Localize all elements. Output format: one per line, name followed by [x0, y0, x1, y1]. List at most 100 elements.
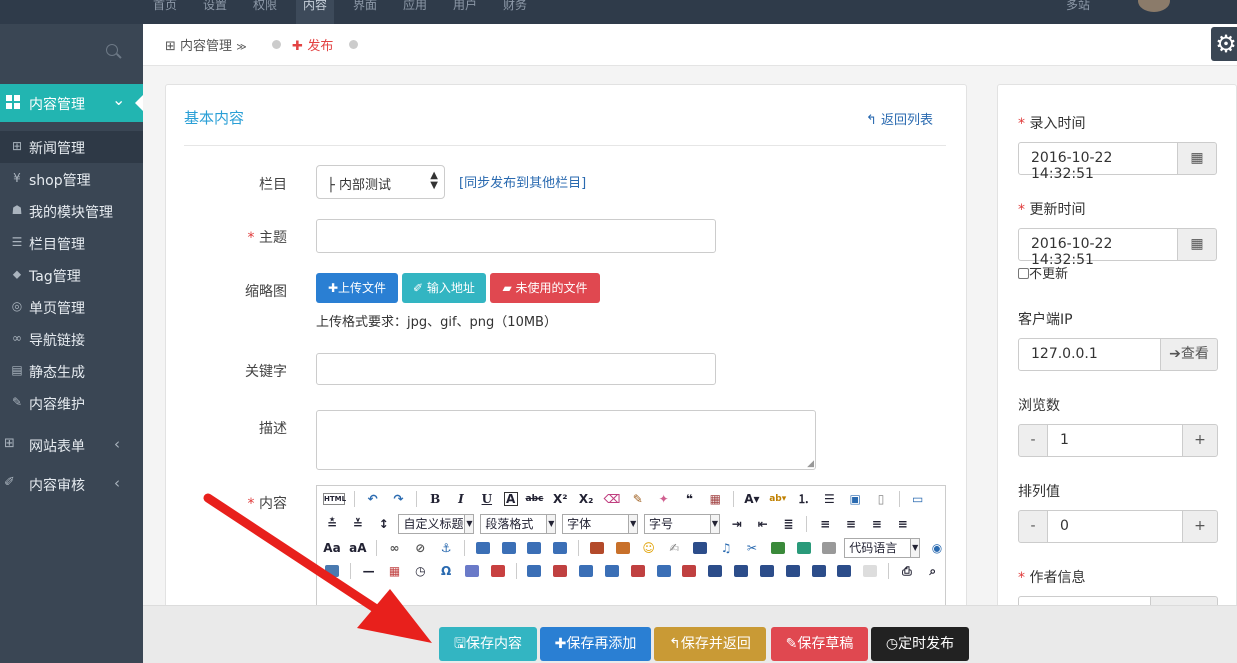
- special-icon[interactable]: [325, 565, 339, 577]
- multi-image-icon[interactable]: [615, 542, 630, 554]
- search-icon[interactable]: [106, 44, 118, 56]
- delete-table-icon[interactable]: [553, 565, 568, 577]
- uppercase-icon[interactable]: Aa: [323, 539, 341, 557]
- save-button[interactable]: 🖫保存内容: [439, 627, 537, 661]
- blockquote-icon[interactable]: ❝: [680, 490, 698, 508]
- client-ip-input[interactable]: 127.0.0.1: [1018, 338, 1161, 371]
- image-center-icon[interactable]: [553, 542, 568, 554]
- sidebar-item-nav-links[interactable]: ∞ 导航链接: [0, 323, 143, 355]
- top-nav-apps[interactable]: 应用: [396, 0, 434, 24]
- sidebar-item-pages[interactable]: ◎ 单页管理: [0, 291, 143, 323]
- save-and-return-button[interactable]: ↰保存并返回: [654, 627, 766, 661]
- update-time-input[interactable]: 2016-10-22 14:32:51: [1018, 228, 1178, 268]
- sidebar-search[interactable]: [0, 34, 143, 74]
- views-input[interactable]: 1: [1047, 424, 1183, 457]
- calendar-icon[interactable]: ▦: [1177, 228, 1217, 261]
- font-border-icon[interactable]: A: [503, 492, 518, 506]
- delete-row-icon[interactable]: [630, 565, 645, 577]
- description-textarea[interactable]: ◢: [316, 410, 816, 470]
- sidebar-item-modules[interactable]: ☗ 我的模块管理: [0, 195, 143, 227]
- top-nav-interface[interactable]: 界面: [346, 0, 384, 24]
- web-icon[interactable]: [822, 542, 837, 554]
- superscript-icon[interactable]: X²: [551, 490, 569, 508]
- ltr-icon[interactable]: ⇥: [728, 515, 746, 533]
- back-to-list-link[interactable]: ↰ 返回列表: [866, 109, 933, 128]
- subject-input[interactable]: [316, 219, 716, 253]
- split-cols-icon[interactable]: [837, 565, 852, 577]
- sidebar-item-shop[interactable]: ¥ shop管理: [0, 163, 143, 195]
- split-rows-icon[interactable]: [811, 565, 826, 577]
- resize-handle-icon[interactable]: ◢: [807, 459, 814, 469]
- chart-icon[interactable]: [863, 565, 878, 577]
- gmap-icon[interactable]: [796, 542, 811, 554]
- scrawl-icon[interactable]: ✍: [665, 539, 683, 557]
- insert-table-icon[interactable]: [527, 565, 542, 577]
- avatar[interactable]: [1138, 0, 1170, 12]
- no-update-checkbox[interactable]: [1018, 268, 1029, 279]
- map-icon[interactable]: [770, 542, 785, 554]
- delete-col-icon[interactable]: [682, 565, 697, 577]
- select-all-icon[interactable]: ▣: [846, 490, 864, 508]
- row-spacing-bottom-icon[interactable]: ≚: [349, 515, 367, 533]
- image-icon[interactable]: [589, 542, 604, 554]
- indent-icon[interactable]: ≣: [779, 515, 797, 533]
- wordimage-icon[interactable]: [490, 565, 505, 577]
- justify-icon[interactable]: ≡: [894, 515, 912, 533]
- sidebar-item-news[interactable]: ⊞ 新闻管理: [0, 131, 143, 163]
- print-icon[interactable]: ⎙: [898, 562, 916, 580]
- top-nav-home[interactable]: 首页: [146, 0, 184, 24]
- emotion-icon[interactable]: ☺: [640, 539, 658, 557]
- html-source-button[interactable]: HTML: [323, 493, 346, 505]
- enter-url-button[interactable]: ✐ 输入地址: [402, 273, 486, 303]
- row-spacing-top-icon[interactable]: ≛: [323, 515, 341, 533]
- font-family-combo[interactable]: 字体 ▼: [562, 514, 639, 534]
- unordered-list-icon[interactable]: ☰: [820, 490, 838, 508]
- merge-cells-icon[interactable]: [708, 565, 723, 577]
- strikethrough-icon[interactable]: abc: [525, 490, 544, 508]
- top-nav-finance[interactable]: 财务: [496, 0, 534, 24]
- custom-title-combo[interactable]: 自定义标题 ▼: [398, 514, 475, 534]
- preview-icon[interactable]: ▭: [909, 490, 927, 508]
- sync-publish-link[interactable]: [同步发布到其他栏目]: [459, 172, 586, 191]
- breadcrumb-current[interactable]: ✚ 发布: [292, 35, 333, 54]
- ordered-list-icon[interactable]: ⒈: [795, 490, 813, 508]
- omega-icon[interactable]: Ω: [437, 562, 455, 580]
- top-nav-users[interactable]: 用户: [446, 0, 484, 24]
- redo-icon[interactable]: ↷: [389, 490, 407, 508]
- top-nav-settings[interactable]: 设置: [196, 0, 234, 24]
- search-replace-icon[interactable]: ⌕: [924, 562, 942, 580]
- order-input[interactable]: 0: [1047, 510, 1183, 543]
- link-icon[interactable]: ∞: [385, 539, 403, 557]
- keywords-input[interactable]: [316, 353, 716, 385]
- bold-icon[interactable]: B: [426, 490, 444, 508]
- date-icon[interactable]: ▦: [385, 562, 403, 580]
- order-increment-button[interactable]: +: [1182, 510, 1218, 543]
- view-ip-button[interactable]: ➔查看: [1160, 338, 1218, 371]
- clear-doc-icon[interactable]: ▯: [872, 490, 890, 508]
- sidebar-item-tags[interactable]: ⬥ Tag管理: [0, 259, 143, 291]
- schedule-publish-button[interactable]: ◷定时发布: [871, 627, 969, 661]
- save-and-add-button[interactable]: ✚保存再添加: [540, 627, 651, 661]
- merge-down-icon[interactable]: [759, 565, 774, 577]
- gear-icon[interactable]: ⚙: [1211, 27, 1237, 61]
- unlink-icon[interactable]: ⊘: [411, 539, 429, 557]
- sidebar-group-review[interactable]: ✐ 内容审核 ‹: [0, 465, 143, 503]
- highlight-icon[interactable]: ab▾: [769, 490, 787, 508]
- font-size-combo[interactable]: 字号 ▼: [643, 514, 720, 534]
- unused-files-button[interactable]: ▰ 未使用的文件: [490, 273, 600, 303]
- paragraph-combo[interactable]: 段落格式 ▼: [480, 514, 557, 534]
- eraser-icon[interactable]: ⌫: [603, 490, 621, 508]
- align-left-icon[interactable]: ≡: [816, 515, 834, 533]
- image-left-icon[interactable]: [501, 542, 516, 554]
- italic-icon[interactable]: I: [452, 490, 470, 508]
- align-right-icon[interactable]: ≡: [868, 515, 886, 533]
- image-right-icon[interactable]: [527, 542, 542, 554]
- image-none-icon[interactable]: [475, 542, 490, 554]
- anchor-icon[interactable]: ⚓: [437, 539, 455, 557]
- split-cells-icon[interactable]: [785, 565, 800, 577]
- calendar-icon[interactable]: ▦: [1177, 142, 1217, 175]
- order-decrement-button[interactable]: -: [1018, 510, 1048, 543]
- format-brush-icon[interactable]: ✎: [629, 490, 647, 508]
- music-icon[interactable]: ♫: [717, 539, 735, 557]
- undo-icon[interactable]: ↶: [364, 490, 382, 508]
